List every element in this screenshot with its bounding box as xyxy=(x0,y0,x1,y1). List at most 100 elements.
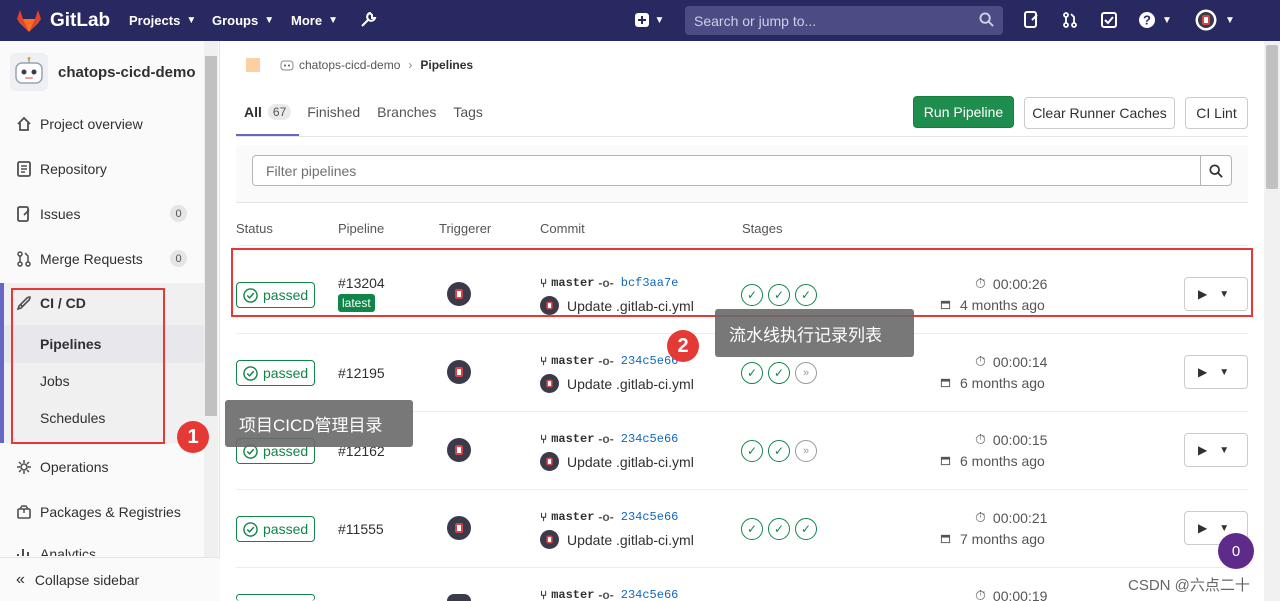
branch-link[interactable]: master xyxy=(551,510,594,524)
user-avatar-menu[interactable]: ▼ xyxy=(1195,9,1235,31)
wrench-icon[interactable] xyxy=(358,10,378,30)
project-name: chatops-cicd-demo xyxy=(58,63,196,81)
author-avatar[interactable] xyxy=(540,452,559,471)
issues-icon[interactable] xyxy=(1021,10,1041,30)
project-avatar-small xyxy=(280,60,294,71)
sidebar-item-project-overview[interactable]: Project overview xyxy=(16,112,143,136)
group-avatar[interactable] xyxy=(246,58,260,72)
pipeline-stages: ✓ ✓ » xyxy=(741,362,822,384)
row-divider xyxy=(236,489,1248,490)
commit-title-link[interactable]: Update .gitlab-ci.yml xyxy=(567,454,694,470)
breadcrumb-current[interactable]: Pipelines xyxy=(420,58,473,72)
search-icon xyxy=(979,12,994,27)
stage-success-icon[interactable]: ✓ xyxy=(741,362,763,384)
clear-runner-caches-button[interactable]: Clear Runner Caches xyxy=(1024,97,1175,129)
commit-title-link[interactable]: Update .gitlab-ci.yml xyxy=(567,376,694,392)
column-header-commit: Commit xyxy=(540,221,585,236)
column-header-status: Status xyxy=(236,221,273,236)
stage-success-icon[interactable]: ✓ xyxy=(768,518,790,540)
timer-icon: ⏱ xyxy=(975,509,986,525)
status-badge[interactable]: passed xyxy=(236,516,315,542)
stage-skipped-icon[interactable]: » xyxy=(795,440,817,462)
breadcrumb-project[interactable]: chatops-cicd-demo xyxy=(299,58,400,72)
chevron-down-icon: ▼ xyxy=(264,15,275,26)
finished-time: 7 months ago xyxy=(940,531,1045,547)
row-divider xyxy=(236,245,1248,246)
tab-all[interactable]: All 67 xyxy=(236,96,300,136)
triggerer-avatar[interactable] xyxy=(447,438,471,462)
tab-branches[interactable]: Branches xyxy=(377,96,436,136)
duration: ⏱ 00:00:15 xyxy=(975,431,1048,448)
chevron-down-icon: ▼ xyxy=(1219,444,1230,456)
double-chevron-left-icon: « xyxy=(16,570,25,588)
gitlab-logo[interactable]: GitLab xyxy=(16,9,110,33)
search-icon xyxy=(1209,163,1223,178)
stage-success-icon[interactable]: ✓ xyxy=(741,440,763,462)
branch-link[interactable]: master xyxy=(551,354,594,368)
sidebar-scrollbar-thumb[interactable] xyxy=(205,56,217,416)
commit-title-link[interactable]: Update .gitlab-ci.yml xyxy=(567,532,694,548)
stage-success-icon[interactable]: ✓ xyxy=(741,518,763,540)
branch-icon: ⑂ xyxy=(540,354,548,368)
chart-icon xyxy=(16,546,32,556)
tab-finished[interactable]: Finished xyxy=(307,96,360,136)
triggerer-avatar[interactable] xyxy=(447,516,471,540)
pipeline-stages: ✓ ✓ » xyxy=(741,440,822,462)
stage-success-icon[interactable]: ✓ xyxy=(768,440,790,462)
stage-skipped-icon[interactable]: » xyxy=(795,362,817,384)
help-icon[interactable]: ? ▼ xyxy=(1137,10,1173,30)
author-avatar[interactable] xyxy=(540,530,559,549)
triggerer-avatar[interactable] xyxy=(447,360,471,384)
issues-icon xyxy=(16,206,32,222)
stage-success-icon[interactable]: ✓ xyxy=(795,518,817,540)
triggerer-avatar[interactable] xyxy=(447,594,471,601)
search-input[interactable]: Search or jump to... xyxy=(685,6,1003,35)
commit-sha-link[interactable]: 234c5e66 xyxy=(621,588,679,601)
play-manual-actions-button[interactable]: ▶ ▼ xyxy=(1184,433,1248,467)
sidebar-item-packages-registries[interactable]: Packages & Registries xyxy=(16,500,181,524)
project-header[interactable]: chatops-cicd-demo xyxy=(10,53,196,91)
pipeline-id-link[interactable]: #12195 xyxy=(338,365,385,381)
tab-tags[interactable]: Tags xyxy=(453,96,483,136)
finished-time: 6 months ago xyxy=(940,453,1045,469)
nav-more[interactable]: More ▼ xyxy=(291,0,338,41)
branch-link[interactable]: master xyxy=(551,588,594,601)
package-icon xyxy=(16,504,32,520)
breadcrumb: chatops-cicd-demo › Pipelines xyxy=(246,56,473,74)
merge-request-icon[interactable] xyxy=(1060,10,1080,30)
sidebar-item-merge-requests[interactable]: Merge Requests xyxy=(16,247,143,271)
nav-projects[interactable]: Projects ▼ xyxy=(129,0,196,41)
page-scrollbar-thumb[interactable] xyxy=(1266,45,1278,189)
annotation-callout-1: 项目CICD管理目录 xyxy=(225,400,413,447)
pipeline-id-link[interactable]: #11555 xyxy=(338,521,384,537)
filter-pipelines-input[interactable]: Filter pipelines xyxy=(252,155,1201,186)
collapse-sidebar-button[interactable]: « Collapse sidebar xyxy=(0,557,220,601)
tab-all-count: 67 xyxy=(267,104,292,120)
branch-link[interactable]: master xyxy=(551,432,594,446)
sidebar-item-operations[interactable]: Operations xyxy=(16,455,108,479)
status-badge[interactable]: passed xyxy=(236,360,315,386)
sidebar-item-repository[interactable]: Repository xyxy=(16,157,107,181)
commit-sha-link[interactable]: 234c5e66 xyxy=(621,432,679,446)
home-icon xyxy=(16,116,32,132)
author-avatar[interactable] xyxy=(540,374,559,393)
status-badge[interactable] xyxy=(236,594,315,601)
chevron-right-icon: › xyxy=(408,58,413,72)
commit-icon: -o- xyxy=(598,588,614,601)
chevron-down-icon: ▼ xyxy=(328,15,338,26)
stage-success-icon[interactable]: ✓ xyxy=(768,362,790,384)
new-item-icon[interactable]: ▼ xyxy=(632,10,666,30)
run-pipeline-button[interactable]: Run Pipeline xyxy=(913,96,1014,128)
pipeline-stages: ✓ ✓ ✓ xyxy=(741,518,822,540)
sidebar-item-analytics[interactable]: Analytics xyxy=(16,546,96,556)
commit-sha-link[interactable]: 234c5e66 xyxy=(621,510,679,524)
ci-lint-button[interactable]: CI Lint xyxy=(1185,97,1248,129)
tanuki-help-badge[interactable]: 0 xyxy=(1218,533,1254,569)
merge-request-icon xyxy=(16,251,32,267)
row-divider xyxy=(236,567,1248,568)
nav-groups[interactable]: Groups ▼ xyxy=(212,0,274,41)
todo-icon[interactable] xyxy=(1099,10,1119,30)
play-manual-actions-button[interactable]: ▶ ▼ xyxy=(1184,355,1248,389)
sidebar-item-issues[interactable]: Issues xyxy=(16,202,80,226)
filter-search-button[interactable] xyxy=(1200,155,1232,186)
